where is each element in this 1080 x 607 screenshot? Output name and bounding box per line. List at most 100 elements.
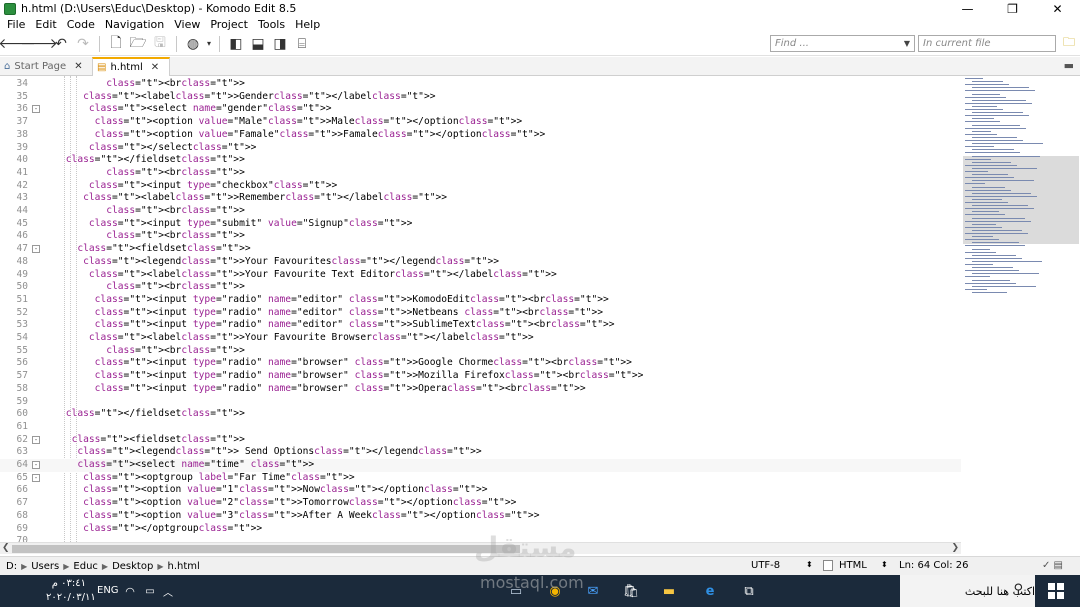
close-icon[interactable]: ✕: [74, 61, 82, 72]
minimap[interactable]: [961, 76, 1080, 542]
code-line[interactable]: 64- class="t"><select name="time" class=…: [0, 459, 961, 472]
code-line[interactable]: 44 class="t"><brclass="t">>: [0, 205, 961, 218]
updown-icon[interactable]: ⬍: [881, 560, 888, 569]
breadcrumb-users[interactable]: Users: [31, 561, 59, 572]
menu-edit[interactable]: Edit: [30, 18, 61, 31]
new-file-icon[interactable]: 🗋: [105, 34, 127, 54]
breadcrumb-desktop[interactable]: Desktop: [112, 561, 153, 572]
code-line[interactable]: 54 class="t"><labelclass="t">>Your Favou…: [0, 332, 961, 345]
code-line[interactable]: 68 class="t"><option value="3"class="t">…: [0, 510, 961, 523]
code-line[interactable]: 65- class="t"><optgroup label="Far Time"…: [0, 472, 961, 485]
wifi-icon[interactable]: ◠: [120, 581, 140, 601]
fold-toggle-icon[interactable]: -: [32, 473, 40, 482]
fold-toggle-icon[interactable]: -: [32, 105, 40, 114]
code-line[interactable]: 46 class="t"><brclass="t">>: [0, 230, 961, 243]
chevron-down-icon[interactable]: ▼: [904, 39, 910, 48]
minimize-button[interactable]: —: [945, 0, 990, 17]
code-line[interactable]: 47- class="t"><fieldsetclass="t">>: [0, 243, 961, 256]
code-line[interactable]: 51 class="t"><input type="radio" name="e…: [0, 294, 961, 307]
code-line[interactable]: 41 class="t"><brclass="t">>: [0, 167, 961, 180]
redo-icon[interactable]: ↷: [72, 34, 94, 54]
breadcrumb-file[interactable]: h.html: [167, 561, 199, 572]
encoding-selector[interactable]: UTF-8: [751, 560, 780, 571]
code-line[interactable]: 67 class="t"><option value="2"class="t">…: [0, 497, 961, 510]
language-selector[interactable]: HTML: [839, 560, 867, 571]
find-input[interactable]: Find ... ▼: [770, 35, 915, 52]
forward-arrow-icon[interactable]: 🡒: [20, 34, 58, 54]
file-explorer-icon[interactable]: ▬: [659, 581, 679, 601]
code-line[interactable]: 45 class="t"><input type="submit" value=…: [0, 218, 961, 231]
folder-icon[interactable]: 🗀: [1060, 35, 1078, 52]
left-pane-icon[interactable]: ◧: [225, 34, 247, 54]
windows-start-icon[interactable]: [1048, 583, 1064, 599]
fold-toggle-icon[interactable]: -: [32, 435, 40, 444]
code-editor[interactable]: 34 class="t"><brclass="t">> 35 class="t">…: [0, 76, 961, 542]
save-icon[interactable]: 🖫: [149, 34, 171, 54]
right-pane-icon[interactable]: ◨: [269, 34, 291, 54]
code-line[interactable]: 56 class="t"><input type="radio" name="b…: [0, 357, 961, 370]
menu-file[interactable]: File: [2, 18, 30, 31]
code-line[interactable]: 37 class="t"><option value="Male"class="…: [0, 116, 961, 129]
menu-help[interactable]: Help: [290, 18, 325, 31]
status-check-icon[interactable]: ✓ ▤: [1042, 560, 1063, 571]
menu-view[interactable]: View: [169, 18, 205, 31]
code-line[interactable]: 61: [0, 421, 961, 434]
edge-icon[interactable]: e: [700, 581, 720, 601]
chevron-up-icon[interactable]: ︿: [158, 581, 178, 601]
code-line[interactable]: 39 class="t"></selectclass="t">>: [0, 142, 961, 155]
code-line[interactable]: 48 class="t"><legendclass="t">>Your Favo…: [0, 256, 961, 269]
menu-code[interactable]: Code: [62, 18, 100, 31]
tab-h-html[interactable]: ▤ h.html ✕: [92, 57, 170, 76]
bottom-pane-icon[interactable]: ⬓: [247, 34, 269, 54]
scroll-left-icon[interactable]: ❮: [2, 543, 10, 553]
tab-list-icon[interactable]: ▬: [1064, 59, 1074, 72]
code-line[interactable]: 57 class="t"><input type="radio" name="b…: [0, 370, 961, 383]
code-line[interactable]: 35 class="t"><labelclass="t">>Genderclas…: [0, 91, 961, 104]
menu-navigation[interactable]: Navigation: [100, 18, 169, 31]
chevron-down-icon[interactable]: ▾: [204, 34, 214, 54]
taskbar-language[interactable]: ENG: [97, 585, 119, 596]
breadcrumb-educ[interactable]: Educ: [73, 561, 98, 572]
code-line[interactable]: 42 class="t"><input type="checkbox"class…: [0, 180, 961, 193]
scrollbar-thumb[interactable]: [12, 545, 520, 553]
battery-icon[interactable]: ▭: [140, 581, 160, 601]
code-line[interactable]: 34 class="t"><brclass="t">>: [0, 78, 961, 91]
code-line[interactable]: 62- class="t"><fieldsetclass="t">>: [0, 434, 961, 447]
code-line[interactable]: 50 class="t"><brclass="t">>: [0, 281, 961, 294]
tab-start-page[interactable]: ⌂ Start Page ✕: [0, 57, 88, 76]
code-line[interactable]: 43 class="t"><labelclass="t">>Remembercl…: [0, 192, 961, 205]
fold-toggle-icon[interactable]: -: [32, 245, 40, 254]
close-icon[interactable]: ✕: [151, 62, 159, 73]
open-folder-icon[interactable]: 🗁: [127, 34, 149, 54]
breadcrumb-drive[interactable]: D:: [6, 561, 17, 572]
code-line[interactable]: 36- class="t"><select name="gender"class…: [0, 103, 961, 116]
toolbox-icon[interactable]: ⌸: [291, 34, 313, 54]
code-line[interactable]: 60 class="t"></fieldsetclass="t">>: [0, 408, 961, 421]
code-line[interactable]: 40 class="t"></fieldsetclass="t">>: [0, 154, 961, 167]
code-line[interactable]: 55 class="t"><brclass="t">>: [0, 345, 961, 358]
fold-toggle-icon[interactable]: -: [32, 461, 40, 469]
scroll-right-icon[interactable]: ❯: [951, 543, 959, 553]
code-line[interactable]: 53 class="t"><input type="radio" name="e…: [0, 319, 961, 332]
mail-icon[interactable]: ✉: [583, 581, 603, 601]
restore-button[interactable]: ❐: [990, 0, 1035, 17]
code-line[interactable]: 52 class="t"><input type="radio" name="e…: [0, 307, 961, 320]
browser-preview-icon[interactable]: ◍: [182, 34, 204, 54]
taskbar-search[interactable]: اكتب هنا للبحث ⚲: [900, 575, 1035, 607]
menu-project[interactable]: Project: [205, 18, 253, 31]
menu-tools[interactable]: Tools: [253, 18, 290, 31]
updown-icon[interactable]: ⬍: [806, 560, 813, 569]
code-line[interactable]: 66 class="t"><option value="1"class="t">…: [0, 484, 961, 497]
code-line[interactable]: 59: [0, 396, 961, 409]
code-line[interactable]: 63 class="t"><legendclass="t">> Send Opt…: [0, 446, 961, 459]
store-icon[interactable]: 🛍: [621, 581, 641, 601]
task-view-icon[interactable]: ⧉: [739, 581, 759, 601]
code-line[interactable]: 38 class="t"><option value="Famale"class…: [0, 129, 961, 142]
close-button[interactable]: ✕: [1035, 0, 1080, 17]
search-scope-select[interactable]: In current file: [918, 35, 1056, 52]
minimap-line: [965, 257, 1022, 259]
minimap-line: [972, 167, 1037, 169]
undo-icon[interactable]: ↶: [50, 34, 72, 54]
code-line[interactable]: 49 class="t"><labelclass="t">>Your Favou…: [0, 269, 961, 282]
code-line[interactable]: 58 class="t"><input type="radio" name="b…: [0, 383, 961, 396]
